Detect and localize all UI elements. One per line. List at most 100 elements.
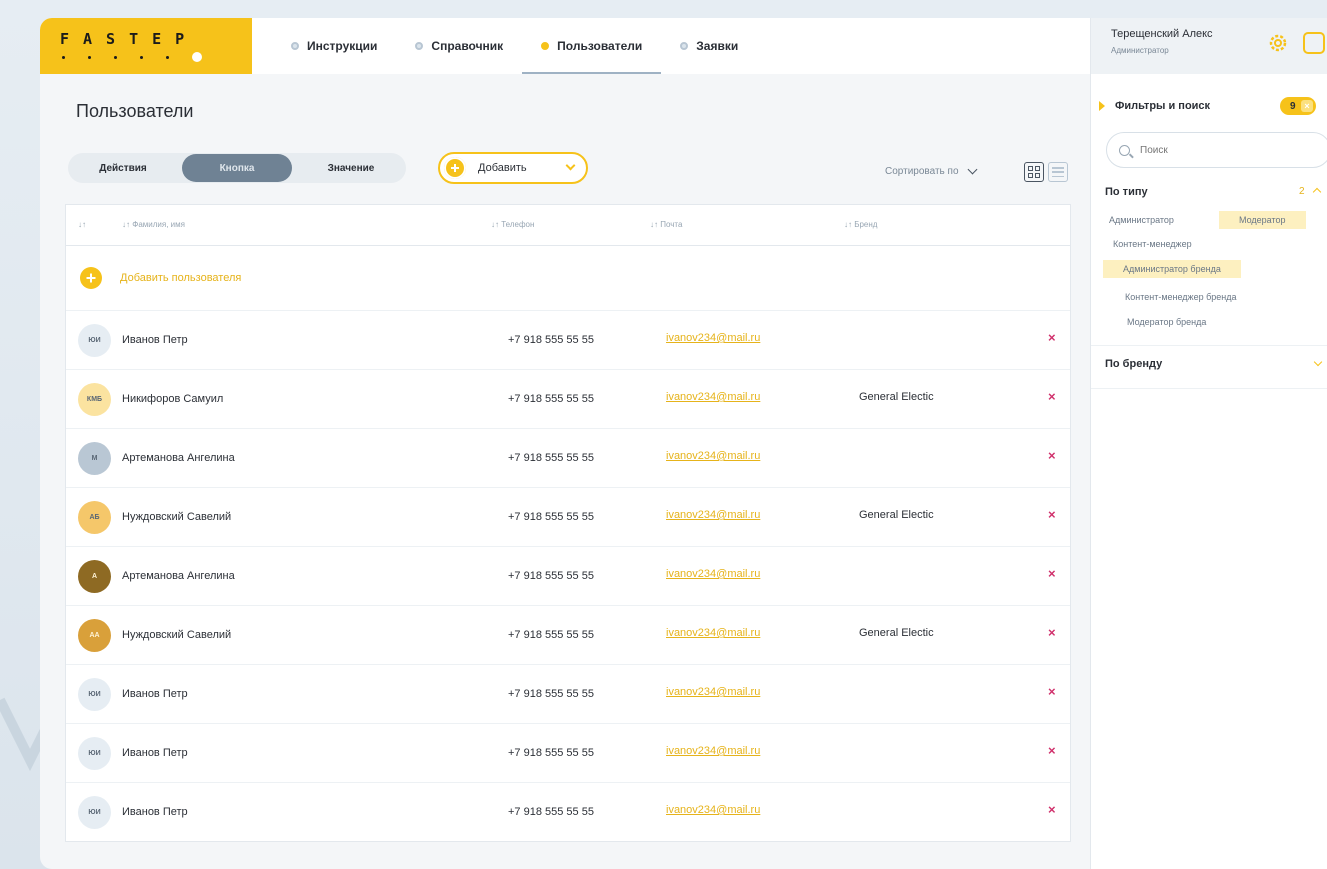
segment-value[interactable]: Значение <box>296 154 406 182</box>
email-link[interactable]: ivanov234@mail.ru <box>666 509 760 521</box>
table-row[interactable]: ЮИ Иванов Петр +7 918 555 55 55 ivanov234@m… <box>66 310 1070 369</box>
avatar: ЮИ <box>78 678 111 711</box>
close-icon[interactable]: × <box>1301 100 1313 112</box>
user-profile: Терещенский Алекс Администратор <box>1091 18 1327 74</box>
chevron-down-icon[interactable] <box>1313 357 1323 367</box>
table-row[interactable]: М Артеманова Ангелина +7 918 555 55 55 ivan… <box>66 428 1070 487</box>
user-name-cell: Артеманова Ангелина <box>122 570 235 582</box>
grid-view-icon[interactable] <box>1024 162 1044 182</box>
column-header-phone[interactable]: ↓↑ Телефон <box>491 220 534 229</box>
email-link[interactable]: ivanov234@mail.ru <box>666 332 760 344</box>
sort-icon[interactable]: ↓↑ <box>78 220 86 229</box>
user-name-cell: Иванов Петр <box>122 688 188 700</box>
delete-icon[interactable]: × <box>1048 566 1056 581</box>
email-link[interactable]: ivanov234@mail.ru <box>666 450 760 462</box>
nav-tab-directory[interactable]: Справочник <box>396 18 522 74</box>
table-row[interactable]: А Артеманова Ангелина +7 918 555 55 55 ivan… <box>66 546 1070 605</box>
logo-text: FASTEP <box>60 30 199 48</box>
avatar: ЮИ <box>78 324 111 357</box>
filters-count: 9 <box>1290 100 1296 112</box>
nav-tab-users[interactable]: Пользователи <box>522 18 662 74</box>
list-view-icon[interactable] <box>1048 162 1068 182</box>
delete-icon[interactable]: × <box>1048 743 1056 758</box>
add-user-label: Добавить пользователя <box>120 272 242 284</box>
email-link[interactable]: ivanov234@mail.ru <box>666 568 760 580</box>
user-name-cell: Никифоров Самуил <box>122 393 224 405</box>
segmented-control: Действия Кнопка Значение <box>68 153 406 183</box>
avatar: М <box>78 442 111 475</box>
segment-button[interactable]: Кнопка <box>182 154 292 182</box>
nav-tab-label: Справочник <box>431 39 504 53</box>
add-dropdown-button[interactable]: Добавить <box>438 152 588 184</box>
filter-tag-brand-content-manager[interactable]: Контент-менеджер бренда <box>1119 288 1242 306</box>
filter-search-field[interactable] <box>1106 132 1327 168</box>
phone-cell: +7 918 555 55 55 <box>508 511 594 523</box>
filter-section-type[interactable]: По типу <box>1105 186 1148 198</box>
table-row[interactable]: КМБ Никифоров Самуил +7 918 555 55 55 ivano… <box>66 369 1070 428</box>
divider <box>1091 388 1327 389</box>
delete-icon[interactable]: × <box>1048 802 1056 817</box>
phone-cell: +7 918 555 55 55 <box>508 393 594 405</box>
table-row[interactable]: АБ Нуждовский Савелий +7 918 555 55 55 ivan… <box>66 487 1070 546</box>
avatar: КМБ <box>78 383 111 416</box>
table-body: ЮИ Иванов Петр +7 918 555 55 55 ivanov234@m… <box>66 310 1070 841</box>
nav-dot-icon <box>680 42 689 50</box>
filter-section-brand[interactable]: По бренду <box>1105 358 1162 370</box>
delete-icon[interactable]: × <box>1048 330 1056 345</box>
email-link[interactable]: ivanov234@mail.ru <box>666 686 760 698</box>
email-link[interactable]: ivanov234@mail.ru <box>666 745 760 757</box>
nav-tab-label: Заявки <box>696 39 739 53</box>
table-row[interactable]: ЮИ Иванов Петр +7 918 555 55 55 ivanov234@m… <box>66 664 1070 723</box>
delete-icon[interactable]: × <box>1048 625 1056 640</box>
user-name-cell: Нуждовский Савелий <box>122 511 232 523</box>
nav-dot-icon <box>291 42 299 50</box>
table-row[interactable]: ЮИ Иванов Петр +7 918 555 55 55 ivanov234@m… <box>66 782 1070 841</box>
email-link[interactable]: ivanov234@mail.ru <box>666 804 760 816</box>
app-window: FASTEP Инструкции Справочник Пользовател… <box>40 18 1327 869</box>
filter-tag-moderator[interactable]: Модератор <box>1219 211 1306 229</box>
sort-label: Сортировать по <box>885 166 959 177</box>
column-header-brand[interactable]: ↓↑ Бренд <box>844 220 877 229</box>
phone-cell: +7 918 555 55 55 <box>508 452 594 464</box>
user-role: Администратор <box>1111 46 1169 55</box>
users-table: ↓↑ ↓↑ Фамилия, имя ↓↑ Телефон ↓↑ Почта ↓… <box>65 204 1071 842</box>
email-link[interactable]: ivanov234@mail.ru <box>666 391 760 403</box>
nav-tab-instructions[interactable]: Инструкции <box>272 18 396 74</box>
logo[interactable]: FASTEP <box>40 18 252 74</box>
table-row[interactable]: АА Нуждовский Савелий +7 918 555 55 55 ivan… <box>66 605 1070 664</box>
nav-dot-icon <box>415 42 424 50</box>
brand-cell: General Electic <box>859 509 934 521</box>
top-navigation-bar: FASTEP Инструкции Справочник Пользовател… <box>40 18 1090 74</box>
gear-icon[interactable] <box>1267 32 1289 54</box>
filter-tag-brand-admin[interactable]: Администратор бренда <box>1103 260 1241 278</box>
filters-header[interactable]: Фильтры и поиск <box>1099 100 1210 112</box>
logout-icon[interactable] <box>1303 32 1325 54</box>
email-link[interactable]: ivanov234@mail.ru <box>666 627 760 639</box>
nav-tab-requests[interactable]: Заявки <box>661 18 757 74</box>
phone-cell: +7 918 555 55 55 <box>508 688 594 700</box>
filter-type-count: 2 <box>1299 186 1305 197</box>
phone-cell: +7 918 555 55 55 <box>508 334 594 346</box>
table-header: ↓↑ ↓↑ Фамилия, имя ↓↑ Телефон ↓↑ Почта ↓… <box>66 205 1070 246</box>
filters-count-badge[interactable]: 9 × <box>1280 97 1316 115</box>
segment-actions[interactable]: Действия <box>68 154 178 182</box>
table-row[interactable]: ЮИ Иванов Петр +7 918 555 55 55 ivanov234@m… <box>66 723 1070 782</box>
nav-dot-icon <box>541 42 550 50</box>
filter-tag-brand-moderator[interactable]: Модератор бренда <box>1121 313 1212 331</box>
sort-dropdown[interactable]: Сортировать по <box>885 164 977 177</box>
delete-icon[interactable]: × <box>1048 389 1056 404</box>
search-input[interactable] <box>1140 144 1310 156</box>
column-header-email[interactable]: ↓↑ Почта <box>650 220 682 229</box>
delete-icon[interactable]: × <box>1048 684 1056 699</box>
delete-icon[interactable]: × <box>1048 448 1056 463</box>
filter-tag-content-manager[interactable]: Контент-менеджер <box>1107 235 1198 253</box>
delete-icon[interactable]: × <box>1048 507 1056 522</box>
column-header-name[interactable]: ↓↑ Фамилия, имя <box>122 220 185 229</box>
chevron-up-icon[interactable] <box>1312 187 1322 197</box>
filter-tag-admin[interactable]: Администратор <box>1103 211 1180 229</box>
add-button-label: Добавить <box>478 162 527 174</box>
filters-title: Фильтры и поиск <box>1115 100 1211 112</box>
user-name-cell: Иванов Петр <box>122 334 188 346</box>
avatar: ЮИ <box>78 737 111 770</box>
add-user-button[interactable]: Добавить пользователя <box>66 246 1070 310</box>
